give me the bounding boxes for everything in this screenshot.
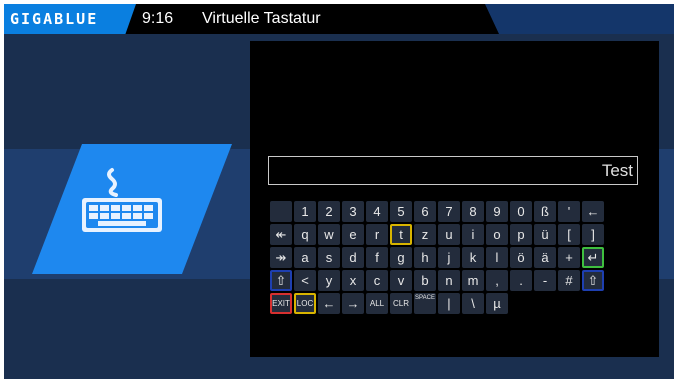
- key[interactable]: j: [438, 247, 460, 268]
- content-panel: Test 1 2 3 4 5 6 7 8 9 0 ß ' ← ↞ q w e r…: [250, 41, 659, 357]
- key[interactable]: ]: [582, 224, 604, 245]
- tv-screen: GIGABLUE 9:16 Virtuelle Tastatur Test 1 …: [4, 4, 674, 379]
- key[interactable]: x: [342, 270, 364, 291]
- key[interactable]: <: [294, 270, 316, 291]
- cursor-left-key[interactable]: ←: [318, 293, 340, 314]
- key[interactable]: i: [462, 224, 484, 245]
- select-all-key[interactable]: ALL: [366, 293, 388, 314]
- top-bar-accent: [485, 4, 674, 34]
- key[interactable]: ': [558, 201, 580, 222]
- key[interactable]: 6: [414, 201, 436, 222]
- clock: 9:16: [142, 10, 174, 27]
- key[interactable]: #: [558, 270, 580, 291]
- key[interactable]: z: [414, 224, 436, 245]
- key[interactable]: .: [510, 270, 532, 291]
- space-key[interactable]: SPACE: [414, 293, 436, 314]
- key[interactable]: 5: [390, 201, 412, 222]
- clear-key[interactable]: CLR: [390, 293, 412, 314]
- key[interactable]: o: [486, 224, 508, 245]
- key[interactable]: 1: [294, 201, 316, 222]
- key[interactable]: k: [462, 247, 484, 268]
- key[interactable]: |: [438, 293, 460, 314]
- key[interactable]: 7: [438, 201, 460, 222]
- shift-key[interactable]: ⇧: [582, 270, 604, 291]
- key[interactable]: f: [366, 247, 388, 268]
- text-input-value: Test: [601, 161, 633, 180]
- key[interactable]: 0: [510, 201, 532, 222]
- key[interactable]: ß: [534, 201, 556, 222]
- page-title: Virtuelle Tastatur: [202, 10, 321, 27]
- key[interactable]: y: [318, 270, 340, 291]
- keyboard-icon: [74, 166, 170, 241]
- key[interactable]: 4: [366, 201, 388, 222]
- focused-key[interactable]: t: [390, 224, 412, 245]
- key[interactable]: ä: [534, 247, 556, 268]
- key[interactable]: c: [366, 270, 388, 291]
- key[interactable]: \: [462, 293, 484, 314]
- tab-key[interactable]: ↠: [270, 247, 292, 268]
- key[interactable]: q: [294, 224, 316, 245]
- key-blank[interactable]: [270, 201, 292, 222]
- key[interactable]: ,: [486, 270, 508, 291]
- key[interactable]: g: [390, 247, 412, 268]
- key[interactable]: d: [342, 247, 364, 268]
- text-input[interactable]: Test: [268, 156, 638, 185]
- key[interactable]: p: [510, 224, 532, 245]
- key[interactable]: w: [318, 224, 340, 245]
- key[interactable]: b: [414, 270, 436, 291]
- brand-logo-text: GIGABLUE: [10, 10, 99, 28]
- key[interactable]: 3: [342, 201, 364, 222]
- key[interactable]: m: [462, 270, 484, 291]
- key[interactable]: [: [558, 224, 580, 245]
- key[interactable]: u: [438, 224, 460, 245]
- key[interactable]: e: [342, 224, 364, 245]
- key[interactable]: r: [366, 224, 388, 245]
- delete-word-key[interactable]: ↞: [270, 224, 292, 245]
- enter-key[interactable]: ↵: [582, 247, 604, 268]
- key[interactable]: -: [534, 270, 556, 291]
- key[interactable]: a: [294, 247, 316, 268]
- key[interactable]: µ: [486, 293, 508, 314]
- key[interactable]: s: [318, 247, 340, 268]
- key[interactable]: l: [486, 247, 508, 268]
- key[interactable]: +: [558, 247, 580, 268]
- key[interactable]: 8: [462, 201, 484, 222]
- brand-logo: GIGABLUE: [4, 4, 136, 34]
- key[interactable]: n: [438, 270, 460, 291]
- cursor-right-key[interactable]: →: [342, 293, 364, 314]
- shift-key[interactable]: ⇧: [270, 270, 292, 291]
- exit-key[interactable]: EXIT: [270, 293, 292, 314]
- key[interactable]: ü: [534, 224, 556, 245]
- key[interactable]: 2: [318, 201, 340, 222]
- key[interactable]: ö: [510, 247, 532, 268]
- key[interactable]: h: [414, 247, 436, 268]
- backspace-key[interactable]: ←: [582, 201, 604, 222]
- key[interactable]: 9: [486, 201, 508, 222]
- key[interactable]: v: [390, 270, 412, 291]
- locale-key[interactable]: LOC: [294, 293, 316, 314]
